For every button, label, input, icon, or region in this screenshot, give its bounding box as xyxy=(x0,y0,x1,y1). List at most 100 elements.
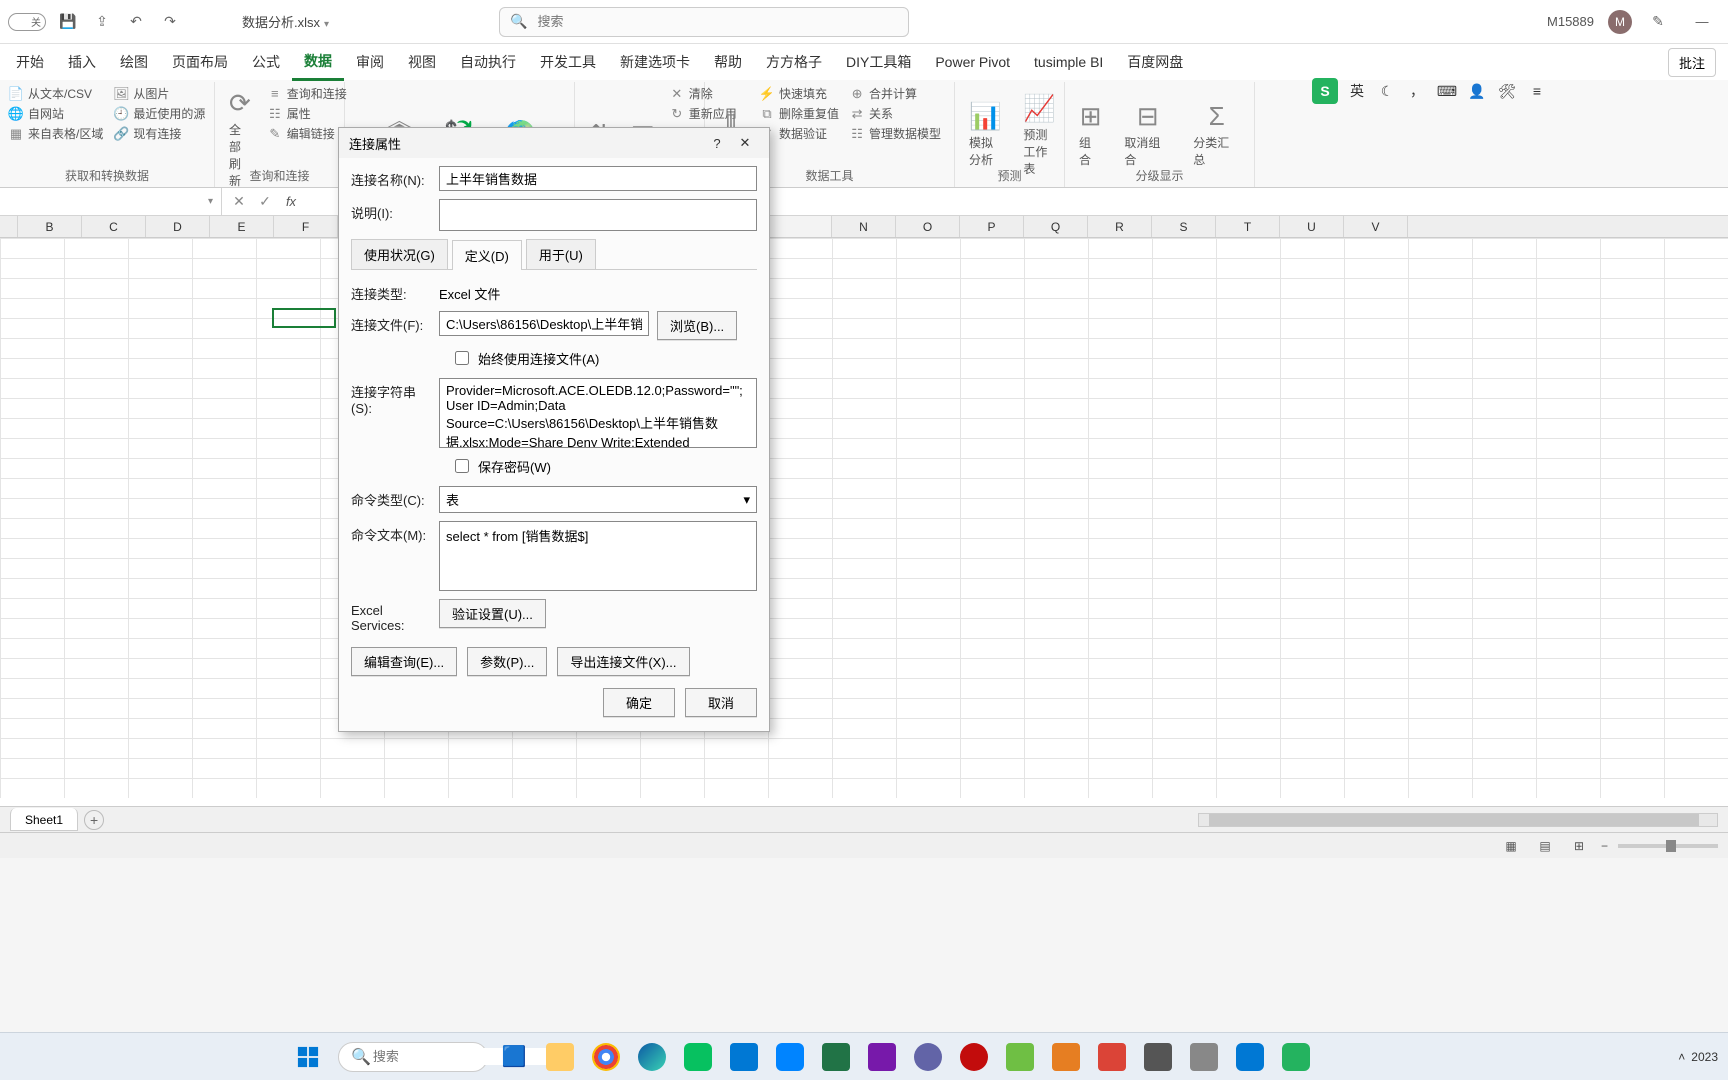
manage-model[interactable]: ☷管理数据模型 xyxy=(847,124,943,143)
properties[interactable]: ☷属性 xyxy=(265,104,349,123)
horizontal-scrollbar[interactable] xyxy=(1198,813,1718,827)
tab-new[interactable]: 新建选项卡 xyxy=(608,45,702,79)
vscode-icon[interactable] xyxy=(724,1037,764,1077)
excel-icon[interactable] xyxy=(816,1037,856,1077)
tab-usage[interactable]: 使用状况(G) xyxy=(351,239,448,269)
col-s[interactable]: S xyxy=(1152,216,1216,237)
pen-icon[interactable]: ✎ xyxy=(1646,10,1670,34)
app-icon[interactable] xyxy=(1138,1037,1178,1077)
from-table-range[interactable]: ▦来自表格/区域 xyxy=(6,124,105,143)
col-c[interactable]: C xyxy=(82,216,146,237)
taskbar-search[interactable]: 🔍 xyxy=(338,1042,488,1072)
tab-draw[interactable]: 绘图 xyxy=(108,45,160,79)
tab-automate[interactable]: 自动执行 xyxy=(448,45,528,79)
ok-button[interactable]: 确定 xyxy=(603,688,675,717)
recent-sources[interactable]: 🕘最近使用的源 xyxy=(111,104,207,123)
tab-data[interactable]: 数据 xyxy=(292,44,344,81)
normal-view-icon[interactable]: ▦ xyxy=(1499,836,1523,856)
tab-view[interactable]: 视图 xyxy=(396,45,448,79)
onenote-icon[interactable] xyxy=(862,1037,902,1077)
col-v[interactable]: V xyxy=(1344,216,1408,237)
export-icon[interactable]: ⇪ xyxy=(90,10,114,34)
zhihu-icon[interactable] xyxy=(770,1037,810,1077)
from-web[interactable]: 🌐自网站 xyxy=(6,104,105,123)
edge-icon[interactable] xyxy=(632,1037,672,1077)
always-use-file-checkbox[interactable] xyxy=(455,351,469,365)
comma-icon[interactable]: ， xyxy=(1406,80,1428,102)
col-a-partial[interactable] xyxy=(0,216,18,237)
enter-formula-icon[interactable]: ✓ xyxy=(254,191,276,213)
sogou-ime-icon[interactable]: S xyxy=(1312,78,1338,104)
zoom-out-button[interactable]: − xyxy=(1601,839,1608,853)
tab-definition[interactable]: 定义(D) xyxy=(452,240,522,270)
undo-icon[interactable]: ↶ xyxy=(124,10,148,34)
store-icon[interactable] xyxy=(1230,1037,1270,1077)
cancel-button[interactable]: 取消 xyxy=(685,688,757,717)
browse-button[interactable]: 浏览(B)... xyxy=(657,311,737,340)
col-n[interactable]: N xyxy=(832,216,896,237)
desc-input[interactable] xyxy=(439,199,757,231)
params-button[interactable]: 参数(P)... xyxy=(467,647,547,676)
conn-string-input[interactable]: Provider=Microsoft.ACE.OLEDB.12.0;Passwo… xyxy=(439,378,757,448)
tab-powerpivot[interactable]: Power Pivot xyxy=(923,47,1022,77)
relations[interactable]: ⇄关系 xyxy=(847,104,943,123)
cancel-formula-icon[interactable]: ✕ xyxy=(228,191,250,213)
explorer-icon[interactable] xyxy=(540,1037,580,1077)
camtasia-editor-icon[interactable] xyxy=(1046,1037,1086,1077)
col-t[interactable]: T xyxy=(1216,216,1280,237)
col-p[interactable]: P xyxy=(960,216,1024,237)
comments-button[interactable]: 批注 xyxy=(1668,48,1716,77)
tab-tusimple[interactable]: tusimple BI xyxy=(1022,47,1115,77)
conn-name-input[interactable] xyxy=(439,166,757,191)
widgets-icon[interactable]: 🟦 xyxy=(494,1037,534,1077)
teams-icon[interactable] xyxy=(908,1037,948,1077)
snagit-icon[interactable] xyxy=(1092,1037,1132,1077)
user-icon[interactable]: 👤 xyxy=(1466,80,1488,102)
ime-lang[interactable]: 英 xyxy=(1346,80,1368,102)
export-conn-button[interactable]: 导出连接文件(X)... xyxy=(557,647,689,676)
consolidate[interactable]: ⊕合并计算 xyxy=(847,84,943,103)
name-box[interactable]: ▾ xyxy=(0,188,222,215)
col-f[interactable]: F xyxy=(274,216,338,237)
dialog-titlebar[interactable]: 连接属性 ? ✕ xyxy=(339,128,769,158)
auth-settings-button[interactable]: 验证设置(U)... xyxy=(439,599,546,628)
edit-query-button[interactable]: 编辑查询(E)... xyxy=(351,647,457,676)
chrome-icon[interactable] xyxy=(586,1037,626,1077)
tab-home[interactable]: 开始 xyxy=(4,45,56,79)
col-o[interactable]: O xyxy=(896,216,960,237)
save-password-checkbox[interactable] xyxy=(455,459,469,473)
tools-icon[interactable]: 🛠 xyxy=(1496,80,1518,102)
document-title[interactable]: 数据分析.xlsx▾ xyxy=(242,12,329,31)
col-u[interactable]: U xyxy=(1280,216,1344,237)
add-sheet-button[interactable]: + xyxy=(84,810,104,830)
col-e[interactable]: E xyxy=(210,216,274,237)
search-input[interactable] xyxy=(535,13,898,30)
grid-body[interactable] xyxy=(0,238,1728,798)
edit-links[interactable]: ✎编辑链接 xyxy=(265,124,349,143)
flash-fill[interactable]: ⚡快速填充 xyxy=(757,84,841,103)
remove-duplicates[interactable]: ⧉删除重复值 xyxy=(757,104,841,123)
fx-icon[interactable]: fx xyxy=(280,191,302,213)
tell-me-search[interactable]: 🔍 xyxy=(499,7,909,37)
save-icon[interactable]: 💾 xyxy=(56,10,80,34)
tab-review[interactable]: 审阅 xyxy=(344,45,396,79)
keyboard-icon[interactable]: ⌨ xyxy=(1436,80,1458,102)
from-picture[interactable]: 🖼从图片 xyxy=(111,84,207,103)
page-layout-icon[interactable]: ▤ xyxy=(1533,836,1557,856)
avatar[interactable]: M xyxy=(1608,10,1632,34)
col-r[interactable]: R xyxy=(1088,216,1152,237)
tab-page-layout[interactable]: 页面布局 xyxy=(160,45,240,79)
account-name[interactable]: M15889 xyxy=(1547,14,1594,29)
col-b[interactable]: B xyxy=(18,216,82,237)
tray-chevron-icon[interactable]: ˄ xyxy=(1678,1050,1685,1064)
tab-developer[interactable]: 开发工具 xyxy=(528,45,608,79)
command-type-select[interactable]: 表▾ xyxy=(439,486,757,513)
spreadsheet-grid[interactable]: B C D E F G N O P Q R S T U V xyxy=(0,216,1728,806)
col-q[interactable]: Q xyxy=(1024,216,1088,237)
tab-baidu[interactable]: 百度网盘 xyxy=(1115,45,1195,79)
zoom-slider[interactable] xyxy=(1618,844,1718,848)
tab-ffgz[interactable]: 方方格子 xyxy=(754,45,834,79)
from-text-csv[interactable]: 📄从文本/CSV xyxy=(6,84,105,103)
netease-music-icon[interactable] xyxy=(954,1037,994,1077)
col-d[interactable]: D xyxy=(146,216,210,237)
